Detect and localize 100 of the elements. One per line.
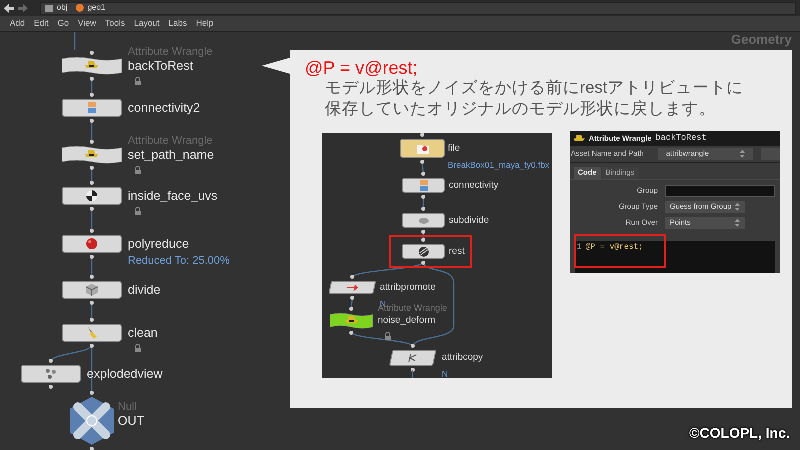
menu-item[interactable]: Add xyxy=(10,19,26,28)
port[interactable] xyxy=(90,344,94,348)
node-info: BreakBox01_maya_ty0.fbx xyxy=(448,160,550,169)
striped-ball-icon xyxy=(418,246,428,256)
node-name: attribpromote xyxy=(380,282,436,292)
menu-item[interactable]: Help xyxy=(196,19,214,28)
node[interactable] xyxy=(389,350,437,366)
node[interactable] xyxy=(62,281,122,299)
forward-icon[interactable] xyxy=(18,4,28,12)
hat-icon xyxy=(86,60,98,72)
code-line: @P = v@rest; xyxy=(586,244,644,252)
description-line: 保存していたオリジナルのモデル形状に戻します。 xyxy=(325,99,717,120)
menu-item[interactable]: Labs xyxy=(168,19,188,28)
blocks-icon xyxy=(87,102,97,114)
port[interactable] xyxy=(90,140,94,144)
menu-item[interactable]: Go xyxy=(58,19,70,28)
node-name: noise_deform xyxy=(378,316,436,326)
wire xyxy=(74,32,76,50)
menu-item[interactable]: Edit xyxy=(34,19,49,28)
node-name: polyreduce xyxy=(128,238,190,250)
path-item[interactable]: obj xyxy=(45,2,68,14)
port[interactable] xyxy=(90,301,94,305)
port[interactable] xyxy=(49,359,53,363)
port[interactable] xyxy=(420,160,424,164)
port[interactable] xyxy=(90,447,94,450)
node-name: divide xyxy=(128,284,161,296)
scatter-icon xyxy=(45,368,57,380)
port[interactable] xyxy=(90,275,94,279)
node-type-label: Attribute Wrangle xyxy=(128,136,213,147)
port[interactable] xyxy=(49,385,53,389)
port[interactable] xyxy=(90,318,94,322)
hat-icon xyxy=(345,316,358,326)
port[interactable] xyxy=(90,51,94,55)
port[interactable] xyxy=(350,331,354,335)
menu-item[interactable]: Layout xyxy=(134,19,160,28)
menu-item[interactable]: View xyxy=(78,19,96,28)
port[interactable] xyxy=(350,275,354,279)
node-name: clean xyxy=(128,326,158,340)
broom-icon xyxy=(86,327,98,339)
port[interactable] xyxy=(90,181,94,185)
menu-item[interactable]: Tools xyxy=(105,19,126,28)
port[interactable] xyxy=(90,166,94,170)
lock-icon xyxy=(134,77,142,85)
node-name: attribcopy xyxy=(442,353,484,363)
wire xyxy=(91,78,93,96)
node-name: inside_face_uvs xyxy=(128,190,218,202)
wire xyxy=(91,256,93,278)
input-field[interactable] xyxy=(665,185,775,197)
lock-icon xyxy=(134,207,142,215)
back-icon[interactable] xyxy=(4,4,14,12)
port[interactable] xyxy=(90,119,94,123)
port[interactable] xyxy=(90,93,94,97)
hat-icon xyxy=(86,150,98,160)
node-type-label: Attribute Wrangle xyxy=(128,47,213,58)
updown-icon xyxy=(735,203,740,211)
path-item[interactable]: geo1 xyxy=(76,2,106,14)
port[interactable] xyxy=(411,344,415,348)
node[interactable] xyxy=(62,99,122,117)
code-editor[interactable]: 1 @P = v@rest; xyxy=(575,241,775,273)
wire xyxy=(350,297,354,310)
port[interactable] xyxy=(90,391,94,395)
node[interactable] xyxy=(62,146,122,164)
node[interactable] xyxy=(330,313,373,329)
blocks-icon xyxy=(418,180,428,192)
branch-icon xyxy=(406,353,420,363)
port[interactable] xyxy=(90,229,94,233)
port[interactable] xyxy=(422,261,426,265)
node[interactable] xyxy=(21,365,81,383)
port[interactable] xyxy=(422,172,426,176)
port[interactable] xyxy=(350,307,354,311)
node[interactable] xyxy=(402,178,445,193)
node-name: set_path_name xyxy=(128,148,214,162)
node[interactable] xyxy=(70,397,114,445)
updown-icon xyxy=(735,219,740,227)
node[interactable] xyxy=(400,139,445,158)
sphere-icon xyxy=(86,238,98,250)
port[interactable] xyxy=(90,77,94,81)
port[interactable] xyxy=(90,255,94,259)
port[interactable] xyxy=(350,296,354,300)
port[interactable] xyxy=(90,207,94,211)
port[interactable] xyxy=(422,207,426,211)
disc-icon xyxy=(418,218,428,224)
node[interactable] xyxy=(328,281,376,294)
port[interactable] xyxy=(411,368,415,372)
port[interactable] xyxy=(422,195,426,199)
lock-icon xyxy=(134,344,142,352)
geometry-icon xyxy=(76,4,84,12)
node[interactable] xyxy=(62,235,122,253)
copyright-text: ©COLOPL, Inc. xyxy=(689,424,790,443)
checker-ball-icon xyxy=(86,190,98,202)
node[interactable] xyxy=(62,324,122,342)
port[interactable] xyxy=(420,133,424,137)
node[interactable] xyxy=(402,213,445,228)
node[interactable] xyxy=(62,57,122,75)
wire xyxy=(412,370,414,378)
node-name: connectivity xyxy=(449,180,499,190)
wire xyxy=(91,208,93,232)
node[interactable] xyxy=(402,244,445,259)
node[interactable] xyxy=(62,187,122,205)
updown-icon xyxy=(740,150,746,158)
